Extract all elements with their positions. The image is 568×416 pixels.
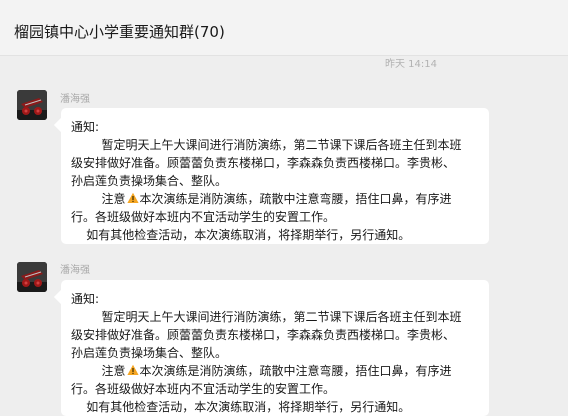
message-line: 注意 本次演练是消防演练，疏散中注意弯腰，捂住口鼻，有序进: [71, 362, 483, 380]
notice-text: 本次演练是消防演练，疏散中注意弯腰，捂住口鼻，有序进: [139, 364, 452, 378]
message-line: 孙启莲负责操场集合、整队。: [71, 174, 228, 188]
message-bubble[interactable]: 通知: 暂定明天上午大课间进行消防演练，第二节课下课后各班主任到本班 级安排做好…: [61, 108, 489, 244]
sender-name[interactable]: 潘海强: [60, 94, 90, 106]
warning-icon: [126, 364, 139, 376]
avatar-image: [17, 262, 47, 292]
message-line: 暂定明天上午大课间进行消防演练，第二节课下课后各班主任到本班: [71, 310, 462, 324]
message-line: 通知:: [71, 120, 100, 134]
message-line: 级安排做好准备。顾蕾蕾负责东楼梯口，李森森负责西楼梯口。李贵彬、: [71, 156, 456, 170]
time-divider: 昨天 14:14: [385, 59, 437, 70]
message-line: 注意 本次演练是消防演练，疏散中注意弯腰，捂住口鼻，有序进: [71, 190, 483, 208]
message-line: 通知:: [71, 292, 100, 306]
avatar[interactable]: [17, 262, 47, 292]
avatar[interactable]: [17, 90, 47, 120]
message-line: 如有其他检查活动，本次演练取消，将择期举行，另行通知。: [71, 400, 411, 414]
notice-text: 本次演练是消防演练，疏散中注意弯腰，捂住口鼻，有序进: [139, 192, 452, 206]
chat-title[interactable]: 榴园镇中心小学重要通知群(70): [14, 22, 225, 42]
message-line: 孙启莲负责操场集合、整队。: [71, 346, 228, 360]
message-line: 行。各班级做好本班内不宜活动学生的安置工作。: [71, 210, 336, 224]
message-line: 行。各班级做好本班内不宜活动学生的安置工作。: [71, 382, 336, 396]
message-line: 如有其他检查活动，本次演练取消，将择期举行，另行通知。: [71, 228, 411, 242]
message-bubble[interactable]: 通知: 暂定明天上午大课间进行消防演练，第二节课下课后各班主任到本班 级安排做好…: [61, 280, 489, 416]
chat-header: 榴园镇中心小学重要通知群(70): [0, 0, 568, 56]
sender-name[interactable]: 潘海强: [60, 265, 90, 277]
avatar-image: [17, 90, 47, 120]
notice-prefix: 注意: [71, 192, 126, 206]
notice-prefix: 注意: [71, 364, 126, 378]
warning-icon: [126, 192, 139, 204]
message-line: 级安排做好准备。顾蕾蕾负责东楼梯口，李森森负责西楼梯口。李贵彬、: [71, 328, 456, 342]
message-line: 暂定明天上午大课间进行消防演练，第二节课下课后各班主任到本班: [71, 138, 462, 152]
